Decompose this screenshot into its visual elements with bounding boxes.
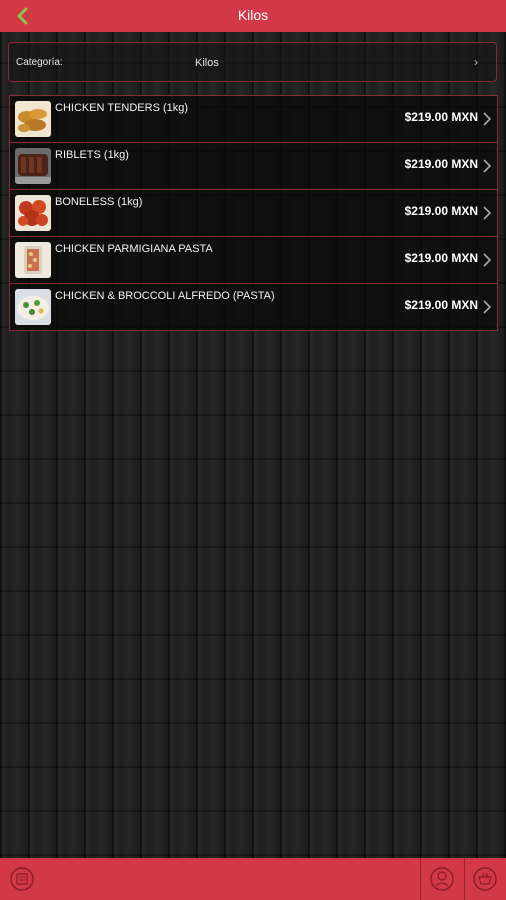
category-label: Categoría:: [16, 57, 63, 68]
divider: [420, 858, 421, 900]
boneless-photo: [15, 195, 51, 231]
list-item[interactable]: RIBLETS (1kg) $219.00 MXN: [9, 143, 498, 190]
menu-button[interactable]: [7, 864, 37, 894]
product-price: $219.00 MXN: [404, 110, 478, 124]
app-header: Kilos: [0, 0, 506, 32]
chef-icon: [430, 867, 454, 891]
cart-icon: [473, 867, 497, 891]
chevron-right-icon: [483, 159, 492, 173]
menu-book-icon: [10, 867, 34, 891]
product-price: $219.00 MXN: [404, 298, 478, 312]
chevron-right-icon: [483, 253, 492, 267]
riblets-photo: [15, 148, 51, 184]
product-name: CHICKEN & BROCCOLI ALFREDO (PASTA): [55, 290, 275, 302]
list-item[interactable]: BONELESS (1kg) $219.00 MXN: [9, 190, 498, 237]
category-value: Kilos: [195, 57, 219, 69]
list-item[interactable]: CHICKEN TENDERS (1kg) $219.00 MXN: [9, 95, 498, 143]
product-name: CHICKEN PARMIGIANA PASTA: [55, 243, 213, 255]
product-name: CHICKEN TENDERS (1kg): [55, 102, 189, 114]
chevron-right-icon: [483, 112, 492, 126]
page-title: Kilos: [237, 7, 269, 23]
parmigiana-pasta-photo: [15, 242, 51, 278]
divider: [464, 858, 465, 900]
alfredo-pasta-photo: [15, 289, 51, 325]
bottom-nav: [0, 858, 506, 900]
list-item[interactable]: CHICKEN PARMIGIANA PASTA $219.00 MXN: [9, 237, 498, 284]
chevron-right-icon: [483, 206, 492, 220]
category-selector[interactable]: Categoría: Kilos ›: [8, 42, 497, 82]
list-item[interactable]: CHICKEN & BROCCOLI ALFREDO (PASTA) $219.…: [9, 284, 498, 331]
product-price: $219.00 MXN: [404, 251, 478, 265]
product-price: $219.00 MXN: [404, 204, 478, 218]
chicken-tenders-photo: [15, 101, 51, 137]
product-price: $219.00 MXN: [404, 157, 478, 171]
product-name: BONELESS (1kg): [55, 196, 143, 208]
product-list: CHICKEN TENDERS (1kg) $219.00 MXN RIBLET…: [9, 95, 498, 331]
chevron-right-icon: [483, 300, 492, 314]
product-name: RIBLETS (1kg): [55, 149, 129, 161]
chef-button[interactable]: [427, 864, 457, 894]
cart-button[interactable]: [470, 864, 500, 894]
chevron-right-icon: ›: [474, 55, 478, 69]
